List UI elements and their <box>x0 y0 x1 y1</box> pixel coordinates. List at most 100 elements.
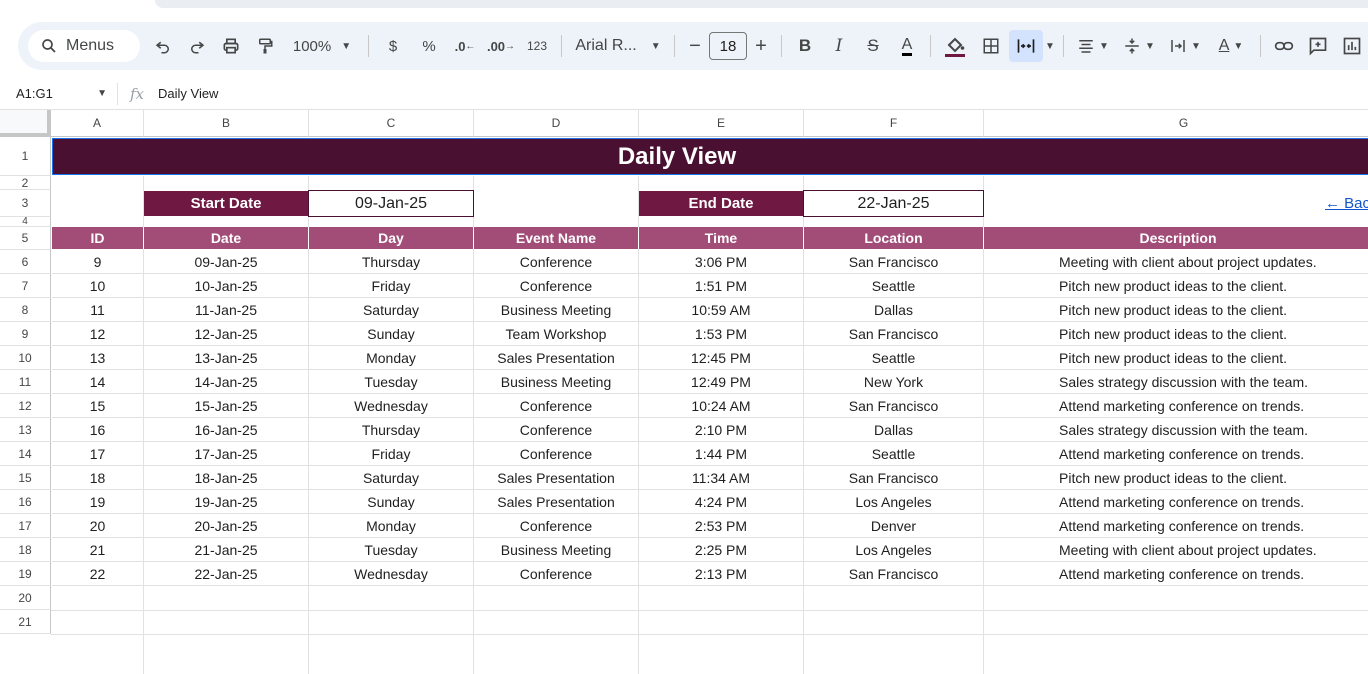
merge-cells-icon[interactable] <box>1009 30 1043 62</box>
cell-time[interactable]: 4:24 PM <box>639 490 804 514</box>
cell-id[interactable]: 13 <box>52 346 144 370</box>
cell-event-name[interactable]: Conference <box>474 394 639 418</box>
column-header-f[interactable]: F <box>804 110 984 137</box>
cell-description[interactable]: Pitch new product ideas to the client. <box>984 322 1368 346</box>
cell-date[interactable]: 17-Jan-25 <box>144 442 309 466</box>
select-all-corner[interactable] <box>0 110 51 137</box>
cell-date[interactable]: 11-Jan-25 <box>144 298 309 322</box>
text-wrap-button[interactable]: ▼ <box>1162 30 1208 62</box>
cell-location[interactable]: Dallas <box>804 418 984 442</box>
cell-event-name[interactable]: Conference <box>474 442 639 466</box>
text-color-button[interactable]: A <box>890 30 924 62</box>
cell-day[interactable]: Wednesday <box>309 394 474 418</box>
cell-id[interactable]: 21 <box>52 538 144 562</box>
back-link[interactable]: ← Bac <box>1325 195 1368 212</box>
cell-description[interactable]: Attend marketing conference on trends. <box>984 394 1368 418</box>
cell-time[interactable]: 10:59 AM <box>639 298 804 322</box>
cell-description[interactable]: Pitch new product ideas to the client. <box>984 274 1368 298</box>
column-header-c[interactable]: C <box>309 110 474 137</box>
cell-id[interactable]: 18 <box>52 466 144 490</box>
column-header-e[interactable]: E <box>639 110 804 137</box>
cell-time[interactable]: 2:25 PM <box>639 538 804 562</box>
cell-time[interactable]: 1:53 PM <box>639 322 804 346</box>
column-header-d[interactable]: D <box>474 110 639 137</box>
cell-description[interactable]: Meeting with client about project update… <box>984 538 1368 562</box>
cell-time[interactable]: 11:34 AM <box>639 466 804 490</box>
row-header[interactable]: 14 <box>0 442 51 466</box>
cell-id[interactable]: 16 <box>52 418 144 442</box>
comment-icon[interactable] <box>1301 30 1335 62</box>
text-rotation-button[interactable]: A ▼ <box>1208 30 1254 62</box>
row-header[interactable]: 21 <box>0 610 51 634</box>
cell-date[interactable]: 18-Jan-25 <box>144 466 309 490</box>
cell-event-name[interactable]: Conference <box>474 562 639 586</box>
cell-location[interactable]: San Francisco <box>804 466 984 490</box>
cell-location[interactable]: San Francisco <box>804 562 984 586</box>
cell-description[interactable]: Meeting with client about project update… <box>984 250 1368 274</box>
cell-time[interactable]: 12:49 PM <box>639 370 804 394</box>
column-header-a[interactable]: A <box>51 110 144 137</box>
cell-event-name[interactable]: Business Meeting <box>474 370 639 394</box>
paint-format-icon[interactable] <box>248 30 282 62</box>
row-header[interactable]: 10 <box>0 346 51 370</box>
row-header[interactable]: 18 <box>0 538 51 562</box>
cell-id[interactable]: 20 <box>52 514 144 538</box>
cell-time[interactable]: 2:13 PM <box>639 562 804 586</box>
cell-id[interactable]: 17 <box>52 442 144 466</box>
cell-location[interactable]: San Francisco <box>804 394 984 418</box>
row-header[interactable]: 17 <box>0 514 51 538</box>
chevron-down-icon[interactable]: ▼ <box>1043 30 1057 62</box>
cell-location[interactable]: San Francisco <box>804 250 984 274</box>
name-box[interactable]: A1:G1 ▼ <box>0 82 118 105</box>
print-icon[interactable] <box>214 30 248 62</box>
chart-icon[interactable] <box>1335 30 1368 62</box>
cell-id[interactable]: 10 <box>52 274 144 298</box>
increase-decimals-button[interactable]: .00 → <box>483 30 519 62</box>
cell-day[interactable]: Friday <box>309 442 474 466</box>
horizontal-align-button[interactable]: ▼ <box>1070 30 1116 62</box>
cell-day[interactable]: Sunday <box>309 490 474 514</box>
cell-id[interactable]: 11 <box>52 298 144 322</box>
cell-day[interactable]: Wednesday <box>309 562 474 586</box>
vertical-align-button[interactable]: ▼ <box>1116 30 1162 62</box>
decrease-decimals-button[interactable]: .0 ← <box>447 30 483 62</box>
cell-time[interactable]: 2:10 PM <box>639 418 804 442</box>
row-header[interactable]: 19 <box>0 562 51 586</box>
cell-date[interactable]: 21-Jan-25 <box>144 538 309 562</box>
end-date-value[interactable]: 22-Jan-25 <box>803 190 984 217</box>
cell-event-name[interactable]: Business Meeting <box>474 538 639 562</box>
redo-icon[interactable] <box>180 30 214 62</box>
cell-event-name[interactable]: Sales Presentation <box>474 346 639 370</box>
borders-icon[interactable] <box>973 30 1009 62</box>
cell-id[interactable]: 9 <box>52 250 144 274</box>
cell-event-name[interactable]: Conference <box>474 418 639 442</box>
cell-event-name[interactable]: Conference <box>474 250 639 274</box>
cell-day[interactable]: Thursday <box>309 418 474 442</box>
cell-date[interactable]: 14-Jan-25 <box>144 370 309 394</box>
cell-description[interactable]: Pitch new product ideas to the client. <box>984 298 1368 322</box>
cell-date[interactable]: 13-Jan-25 <box>144 346 309 370</box>
cell-day[interactable]: Saturday <box>309 466 474 490</box>
cell-day[interactable]: Sunday <box>309 322 474 346</box>
cell-id[interactable]: 12 <box>52 322 144 346</box>
column-header-b[interactable]: B <box>144 110 309 137</box>
zoom-select[interactable]: 100% ▼ <box>282 30 362 62</box>
column-header-g[interactable]: G <box>984 110 1368 137</box>
row-header[interactable]: 8 <box>0 298 51 322</box>
cell-location[interactable]: Dallas <box>804 298 984 322</box>
decrease-font-size-button[interactable]: − <box>681 30 709 62</box>
cell-location[interactable]: Seattle <box>804 442 984 466</box>
cell-description[interactable]: Attend marketing conference on trends. <box>984 442 1368 466</box>
cell-location[interactable]: New York <box>804 370 984 394</box>
cell-time[interactable]: 3:06 PM <box>639 250 804 274</box>
row-header[interactable]: 13 <box>0 418 51 442</box>
cell-description[interactable]: Sales strategy discussion with the team. <box>984 370 1368 394</box>
row-header[interactable]: 4 <box>0 216 51 227</box>
font-size-input[interactable]: 18 <box>709 32 747 60</box>
cell-day[interactable]: Tuesday <box>309 370 474 394</box>
cell-location[interactable]: San Francisco <box>804 322 984 346</box>
cell-event-name[interactable]: Conference <box>474 514 639 538</box>
cell-day[interactable]: Thursday <box>309 250 474 274</box>
cell-location[interactable]: Seattle <box>804 346 984 370</box>
cell-time[interactable]: 10:24 AM <box>639 394 804 418</box>
